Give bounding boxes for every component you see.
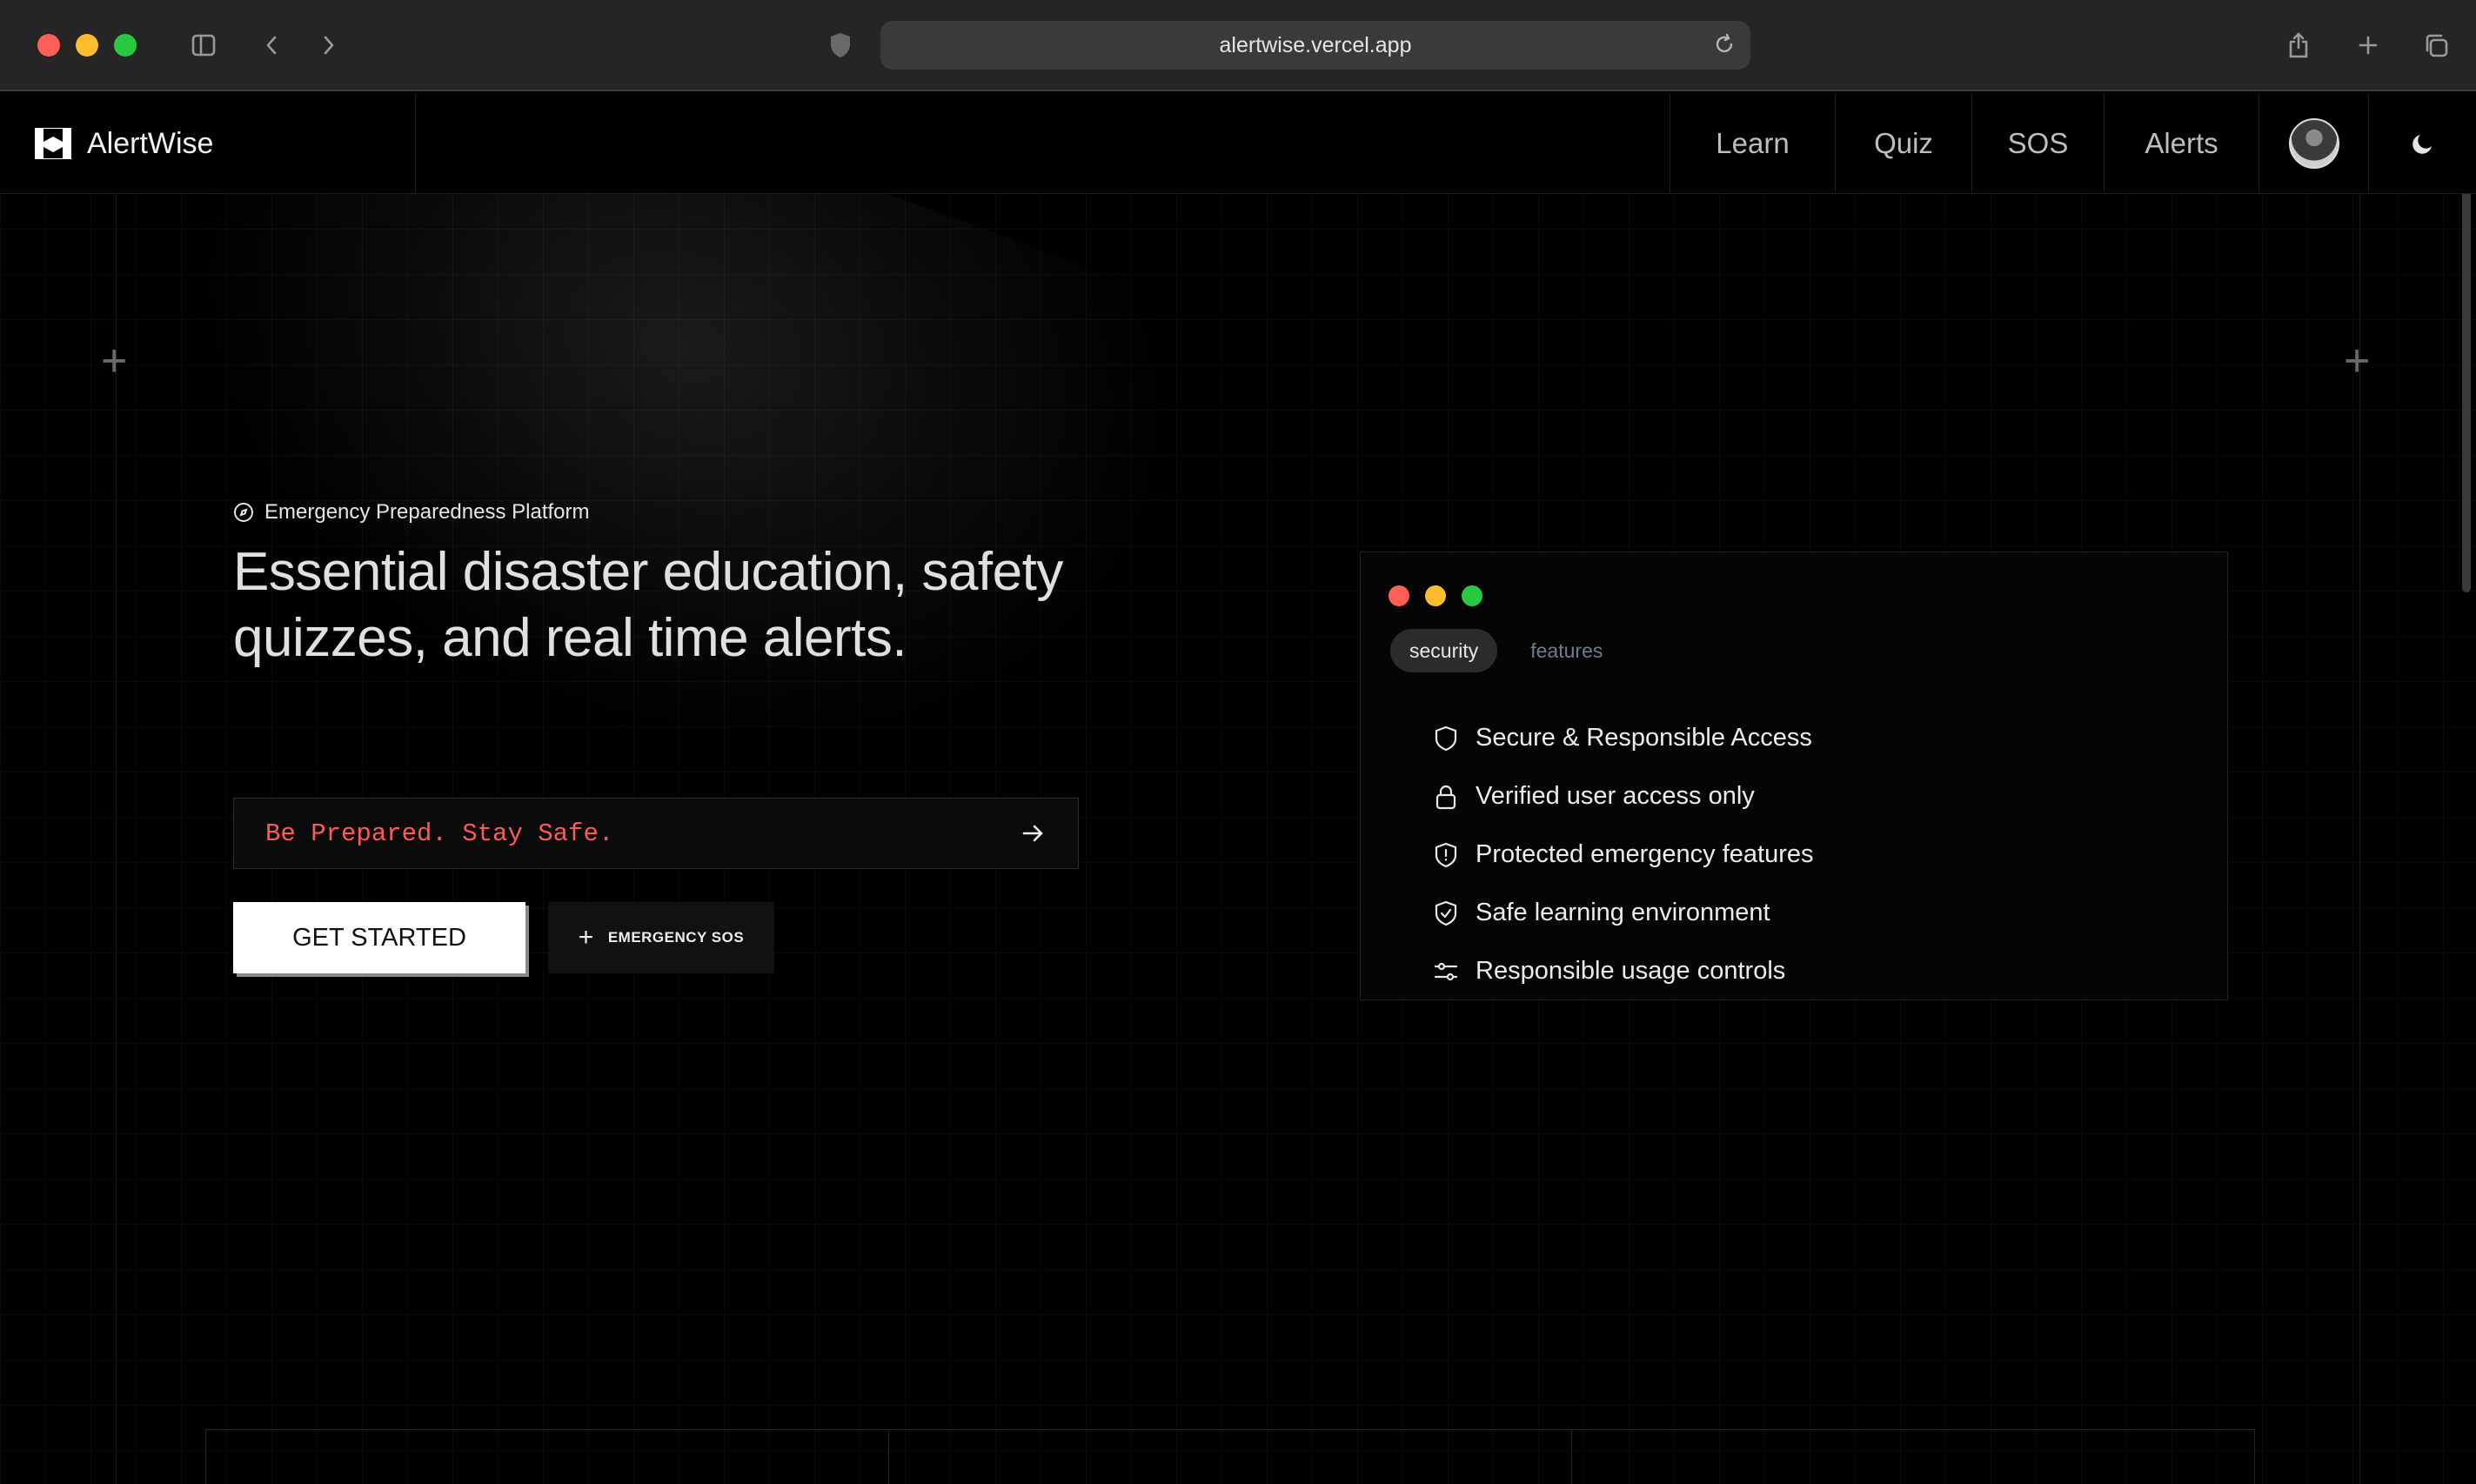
plus-marker-right-icon: +: [2344, 336, 2371, 386]
window-zoom-button[interactable]: [114, 34, 137, 57]
compass-icon: [234, 503, 253, 522]
list-item: Responsible usage controls: [1432, 942, 1813, 1000]
lock-icon: [1435, 785, 1456, 809]
privacy-shield-icon[interactable]: [828, 31, 853, 64]
address-bar[interactable]: alertwise.vercel.app: [880, 21, 1750, 70]
site-navbar: AlertWise Learn Quiz SOS Alerts: [0, 93, 2476, 194]
browser-toolbar: alertwise.vercel.app: [0, 0, 2476, 91]
brand-name: AlertWise: [87, 126, 214, 160]
feature-list: Secure & Responsible Access Verified use…: [1432, 709, 1813, 1000]
tab-overview-icon[interactable]: [2417, 26, 2455, 64]
security-features-card: security features Secure & Responsible A…: [1360, 551, 2228, 1000]
arrow-right-icon[interactable]: [1019, 819, 1047, 847]
frame-line-left: [116, 194, 117, 1484]
hero-eyebrow: Emergency Preparedness Platform: [233, 500, 590, 525]
emergency-sos-label: EMERGENCY SOS: [607, 929, 745, 946]
theme-toggle-button[interactable]: [2368, 93, 2476, 194]
nav-link-sos[interactable]: SOS: [1971, 93, 2104, 194]
tab-security[interactable]: security: [1390, 629, 1498, 672]
brand[interactable]: AlertWise: [35, 93, 416, 194]
alertwise-logo-icon: [35, 128, 71, 159]
feature-label: Secure & Responsible Access: [1476, 724, 1812, 752]
tagline-box[interactable]: Be Prepared. Stay Safe.: [233, 798, 1079, 869]
forward-icon[interactable]: [310, 26, 348, 64]
plus-icon: +: [578, 923, 594, 952]
card-dot-yellow: [1425, 585, 1446, 606]
plus-marker-left-icon: +: [101, 336, 128, 386]
moon-icon: [2412, 135, 2432, 154]
avatar[interactable]: [2288, 118, 2339, 169]
list-item: Safe learning environment: [1432, 884, 1813, 942]
back-icon[interactable]: [252, 26, 291, 64]
bottom-card: [888, 1430, 1571, 1484]
card-dot-red: [1389, 585, 1409, 606]
feature-label: Safe learning environment: [1476, 899, 1770, 926]
url-text: alertwise.vercel.app: [1219, 32, 1412, 57]
nav-link-alerts[interactable]: Alerts: [2104, 93, 2259, 194]
card-dot-green: [1462, 585, 1482, 606]
list-item: Verified user access only: [1432, 767, 1813, 826]
bottom-section: [205, 1429, 2255, 1484]
shield-alert-icon: [1435, 842, 1457, 867]
user-menu[interactable]: [2259, 93, 2368, 194]
site-page: AlertWise Learn Quiz SOS Alerts + + Emer…: [0, 93, 2476, 1484]
tagline-text: Be Prepared. Stay Safe.: [265, 819, 614, 848]
shield-icon: [1435, 725, 1457, 751]
eyebrow-text: Emergency Preparedness Platform: [264, 500, 590, 524]
list-item: Protected emergency features: [1432, 826, 1813, 884]
window-minimize-button[interactable]: [76, 34, 98, 57]
bottom-card: [1571, 1430, 2255, 1484]
bottom-card: [205, 1430, 888, 1484]
nav-links: Learn Quiz SOS Alerts: [1670, 93, 2476, 194]
window-close-button[interactable]: [37, 34, 60, 57]
share-icon[interactable]: [2279, 26, 2318, 64]
list-item: Secure & Responsible Access: [1432, 709, 1813, 767]
shield-check-icon: [1435, 900, 1457, 926]
emergency-sos-button[interactable]: + EMERGENCY SOS: [548, 902, 774, 973]
nav-link-learn[interactable]: Learn: [1670, 93, 1835, 194]
hero-headline: Essential disaster education, safety qui…: [233, 542, 1063, 668]
reload-icon[interactable]: [1712, 32, 1737, 63]
sidebar-toggle-icon[interactable]: [184, 26, 223, 64]
frame-line-right: [2359, 194, 2360, 1484]
new-tab-icon[interactable]: [2349, 26, 2387, 64]
get-started-button[interactable]: GET STARTED: [233, 902, 525, 973]
nav-link-quiz[interactable]: Quiz: [1835, 93, 1971, 194]
sliders-icon: [1434, 962, 1458, 980]
tab-features[interactable]: features: [1511, 629, 1622, 672]
feature-label: Responsible usage controls: [1476, 957, 1786, 985]
feature-label: Verified user access only: [1476, 782, 1755, 810]
feature-label: Protected emergency features: [1476, 840, 1814, 868]
card-tabs: security features: [1390, 629, 1622, 672]
